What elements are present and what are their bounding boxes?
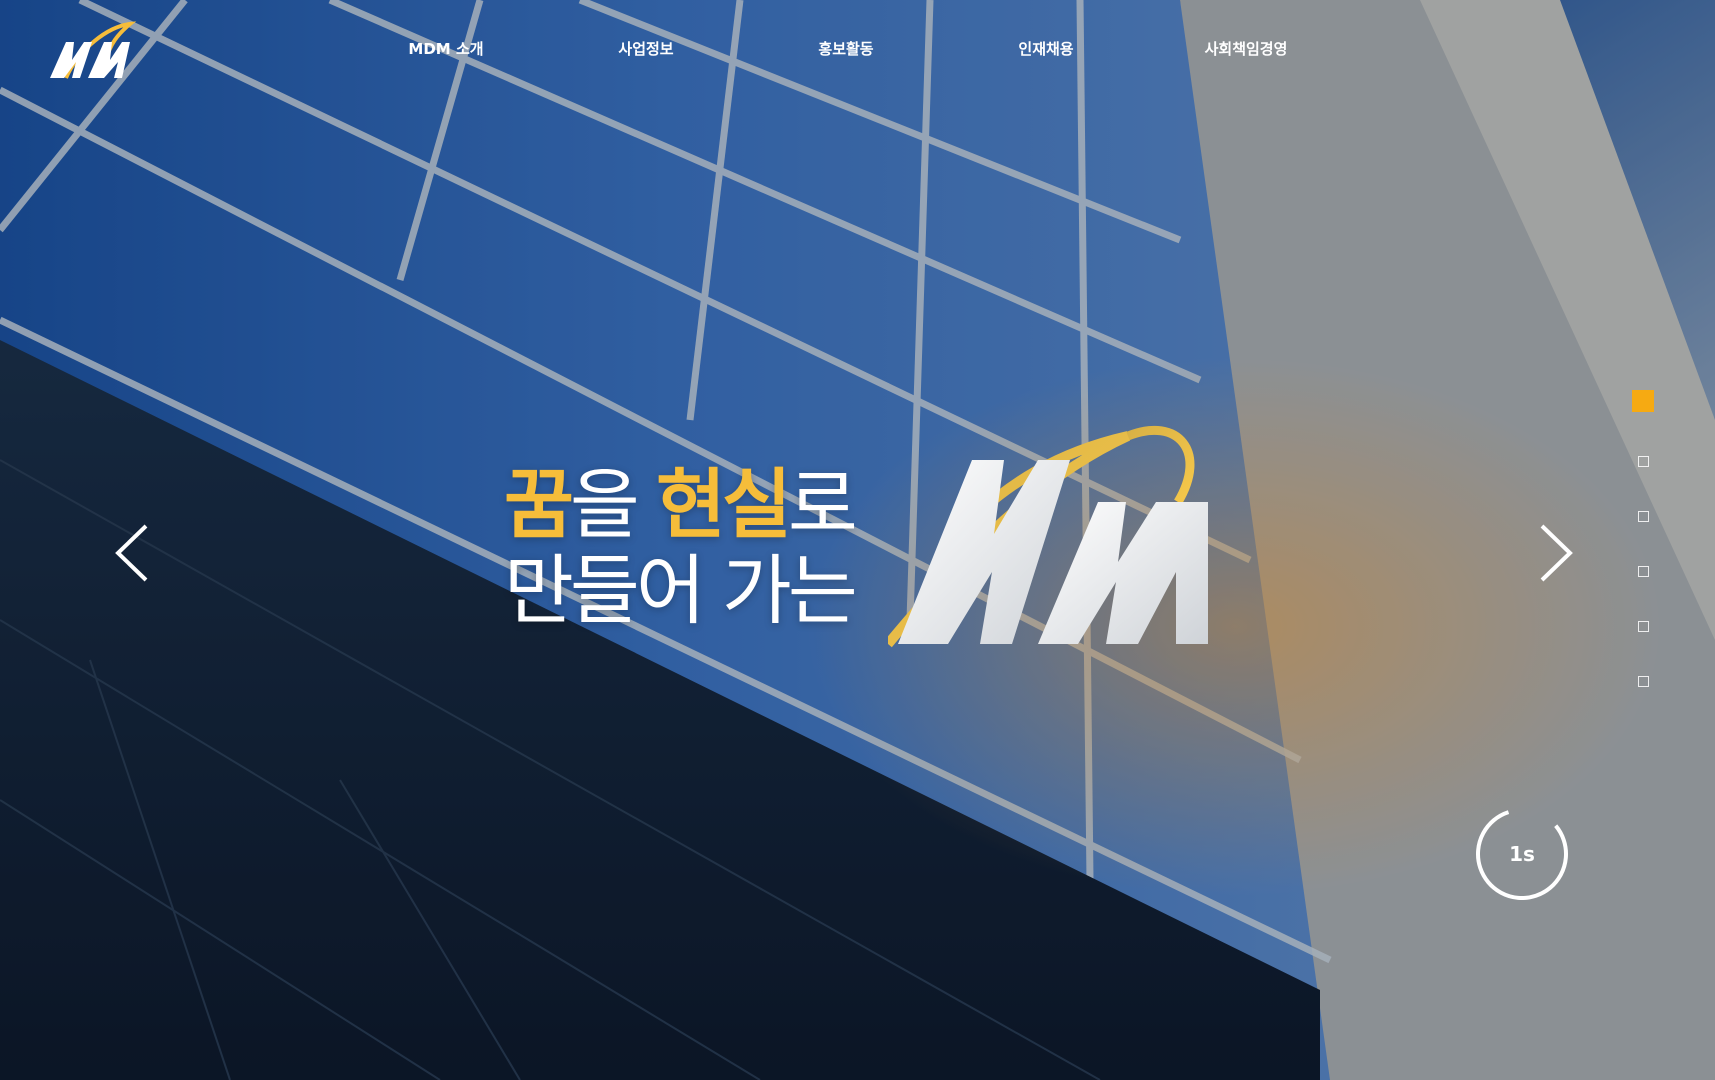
brand-mark-logo [888,426,1208,648]
nav-item-business[interactable]: 사업정보 [576,38,716,59]
chevron-right-icon[interactable] [1528,520,1578,586]
slide-dot-2[interactable] [1638,456,1649,467]
nav-item-pr[interactable]: 홍보활동 [776,38,916,59]
slide-dot-6[interactable] [1638,676,1649,687]
building-background [0,0,1715,1080]
nav-item-csr[interactable]: 사회책임경영 [1176,38,1316,59]
headline-accent-reality: 현실 [656,460,792,549]
slide-dot-1[interactable] [1632,390,1654,412]
headline-accent-dream: 꿈 [504,460,574,549]
nav-item-careers[interactable]: 인재채용 [976,38,1116,59]
slide-dot-3[interactable] [1638,511,1649,522]
slide-dot-4[interactable] [1638,566,1649,577]
headline-text-eul: 을 [569,460,657,549]
slide-pagination [1630,390,1656,690]
headline-text-ro: 로 [787,460,858,549]
mdm-logo[interactable] [48,20,138,82]
chevron-left-icon[interactable] [110,520,160,586]
hero-headline: 꿈을 현실로 만들어 가는 [504,460,858,635]
main-nav: MDM 소개 사업정보 홍보활동 인재채용 사회책임경영 [376,38,1316,62]
hero-slider: MDM 소개 사업정보 홍보활동 인재채용 사회책임경영 꿈을 현실로 만들어 … [0,0,1715,1080]
headline-line-2: 만들어 가는 [504,546,858,635]
autoplay-timer[interactable]: 1s [1470,802,1574,906]
slide-dot-5[interactable] [1638,621,1649,632]
timer-label: 1s [1509,842,1535,866]
headline-line-1: 꿈을 현실로 [504,460,858,549]
nav-item-about[interactable]: MDM 소개 [376,38,516,59]
